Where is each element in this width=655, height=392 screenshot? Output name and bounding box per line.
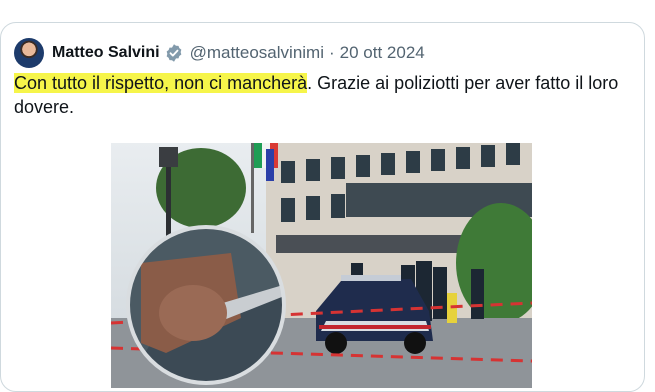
avatar[interactable]: [14, 38, 44, 68]
verified-badge-icon: [166, 44, 181, 62]
highlighted-text: Con tutto il rispetto, non ci mancherà: [14, 73, 308, 93]
tweet-date[interactable]: 20 ott 2024: [340, 43, 425, 63]
author-name[interactable]: Matteo Salvini: [52, 44, 160, 62]
header-separator: ·: [328, 43, 335, 62]
tweet-header: Matteo Salvini @matteosalvinimi · 20 ott…: [14, 37, 425, 69]
tweet-text: Con tutto il rispetto, non ci mancherà. …: [14, 71, 639, 119]
tweet-image[interactable]: [111, 143, 532, 388]
author-handle[interactable]: @matteosalvinimi: [190, 43, 324, 63]
tweet-photo: [111, 143, 532, 388]
tweet-card[interactable]: Matteo Salvini @matteosalvinimi · 20 ott…: [0, 22, 645, 392]
previous-content-clipped: [0, 0, 655, 4]
